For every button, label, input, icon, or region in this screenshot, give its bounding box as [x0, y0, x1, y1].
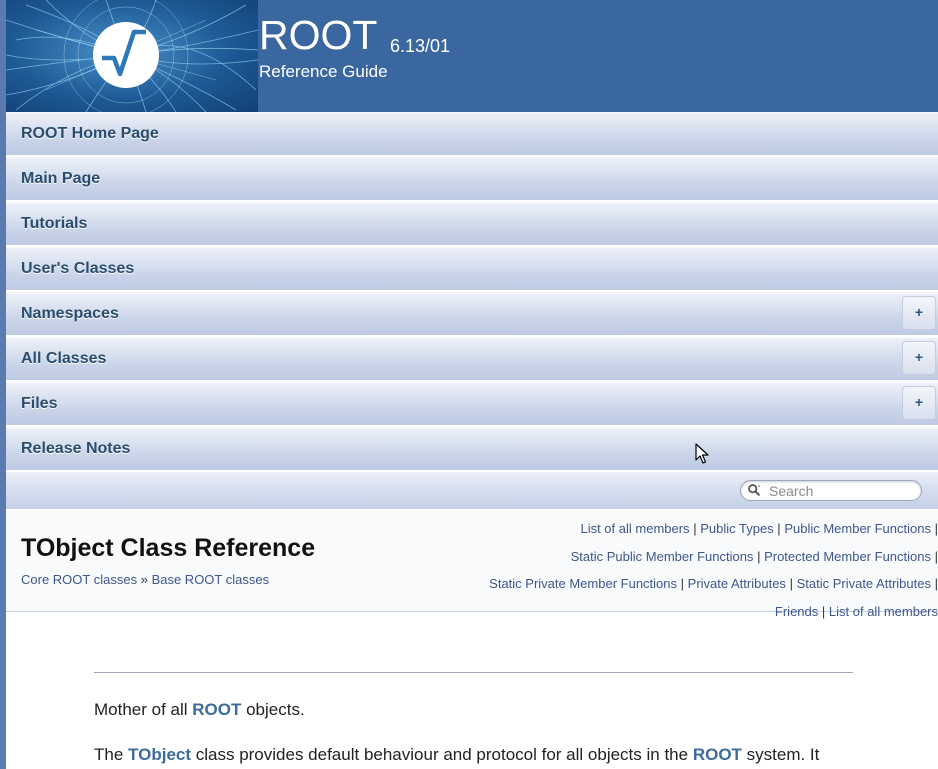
summary-link-friends[interactable]: Friends — [775, 604, 818, 619]
menu-item-files[interactable]: Files + — [6, 382, 938, 425]
expand-files-plus-icon[interactable]: + — [902, 386, 936, 420]
root-logo-icon[interactable] — [6, 0, 258, 112]
project-name: ROOT — [259, 12, 378, 58]
summary-link-static-public-member-functions[interactable]: Static Public Member Functions — [571, 549, 754, 564]
summary-separator: | — [821, 603, 826, 619]
summary-separator: | — [777, 521, 781, 536]
paragraph-text: system. It — [741, 745, 820, 764]
breadcrumb-link-base-root-classes[interactable]: Base ROOT classes — [152, 572, 270, 587]
summary-separator: | — [934, 576, 938, 592]
menu-item-label[interactable]: Main Page — [21, 170, 100, 188]
expand-namespaces-plus-icon[interactable]: + — [902, 296, 936, 330]
paragraph-text: Mother of all — [94, 700, 193, 719]
menu-item-label[interactable]: Files — [21, 395, 57, 413]
summary-separator: | — [934, 548, 938, 564]
summary-link-list-of-all-members-2[interactable]: List of all members — [829, 604, 938, 619]
tobject-link[interactable]: TObject — [128, 745, 191, 764]
summary-link-list-of-all-members[interactable]: List of all members — [580, 521, 689, 536]
summary-link-protected-member-functions[interactable]: Protected Member Functions — [764, 549, 931, 564]
root-link[interactable]: ROOT — [693, 745, 742, 764]
paragraph-text: class provides default behaviour and pro… — [191, 745, 693, 764]
summary-separator: | — [680, 576, 685, 592]
breadcrumb-separator: » — [140, 572, 148, 587]
menu-item-root-home-page[interactable]: ROOT Home Page — [6, 112, 938, 155]
main-menu: ROOT Home Page Main Page Tutorials User'… — [6, 112, 938, 509]
description-paragraph-2: The TObject class provides default behav… — [94, 745, 819, 765]
summary-link-static-private-attributes[interactable]: Static Private Attributes — [797, 576, 931, 591]
summary-link-private-attributes[interactable]: Private Attributes — [688, 576, 786, 591]
menu-item-release-notes[interactable]: Release Notes — [6, 427, 938, 470]
summary-links: List of all members | Public Types | Pub… — [458, 515, 938, 625]
menu-item-namespaces[interactable]: Namespaces + — [6, 292, 938, 335]
project-brief: Reference Guide — [259, 62, 388, 81]
menu-item-label[interactable]: Tutorials — [21, 215, 87, 233]
content-divider — [94, 672, 853, 673]
menu-item-main-page[interactable]: Main Page — [6, 157, 938, 200]
menu-item-users-classes[interactable]: User's Classes — [6, 247, 938, 290]
magnifier-icon[interactable] — [747, 483, 761, 497]
menu-item-label[interactable]: User's Classes — [21, 260, 134, 278]
expand-all-classes-plus-icon[interactable]: + — [902, 341, 936, 375]
description-paragraph-1: Mother of all ROOT objects. — [94, 700, 305, 720]
menu-item-all-classes[interactable]: All Classes + — [6, 337, 938, 380]
breadcrumb: Core ROOT classes » Base ROOT classes — [21, 572, 269, 587]
header-title-area: TObject Class Reference Core ROOT classe… — [6, 511, 938, 619]
menu-item-label[interactable]: All Classes — [21, 350, 106, 368]
search-box[interactable] — [740, 480, 922, 501]
menu-item-label[interactable]: Release Notes — [21, 440, 130, 458]
paragraph-text: objects. — [241, 700, 305, 719]
project-version: 6.13/01 — [390, 36, 451, 56]
summary-link-static-private-member-functions[interactable]: Static Private Member Functions — [489, 576, 677, 591]
menu-item-label[interactable]: ROOT Home Page — [21, 125, 159, 143]
summary-link-public-types[interactable]: Public Types — [700, 521, 773, 536]
summary-separator: | — [934, 521, 938, 536]
mouse-pointer-icon — [695, 443, 709, 464]
menu-item-label[interactable]: Namespaces — [21, 305, 119, 323]
search-input[interactable] — [769, 482, 914, 499]
menu-item-tutorials[interactable]: Tutorials — [6, 202, 938, 245]
summary-link-public-member-functions[interactable]: Public Member Functions — [784, 521, 931, 536]
summary-separator: | — [757, 548, 761, 564]
search-bar — [6, 472, 938, 509]
summary-separator: | — [693, 521, 697, 536]
summary-separator: | — [789, 576, 793, 592]
page-header: ROOT 6.13/01 Reference Guide — [6, 0, 938, 112]
page-title: TObject Class Reference — [21, 534, 316, 562]
breadcrumb-link-core-root-classes[interactable]: Core ROOT classes — [21, 572, 137, 587]
paragraph-text: The — [94, 745, 129, 764]
root-link[interactable]: ROOT — [192, 700, 241, 719]
